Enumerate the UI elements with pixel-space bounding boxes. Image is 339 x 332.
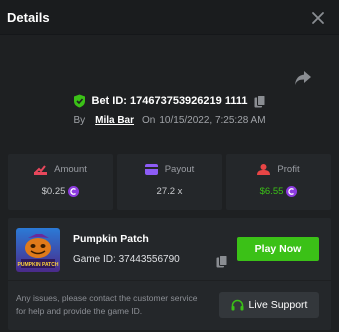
on-label: On xyxy=(142,114,156,126)
verified-shield-icon xyxy=(73,94,85,108)
stat-label: Amount xyxy=(54,164,87,175)
share-icon[interactable] xyxy=(294,70,312,86)
bet-meta-row: By Mila Bar On 10/15/2022, 7:25:28 AM xyxy=(0,112,339,128)
payout-icon xyxy=(144,164,158,175)
bet-id-text: Bet ID: 174673753926219 1111 xyxy=(91,95,248,107)
game-id: Game ID: 37443556790 xyxy=(73,254,180,265)
stat-label: Profit xyxy=(277,164,300,175)
stat-label: Payout xyxy=(164,164,195,175)
support-text: Any issues, please contact the customer … xyxy=(16,293,198,316)
copy-icon[interactable] xyxy=(254,94,266,108)
stat-amount: Amount $0.25 xyxy=(8,154,113,210)
stat-value: $6.55 xyxy=(259,186,284,197)
by-label: By xyxy=(73,114,86,126)
copy-icon[interactable] xyxy=(216,255,228,268)
bet-id-row: Bet ID: 174673753926219 1111 xyxy=(0,92,339,110)
stat-profit: Profit $6.55 xyxy=(226,154,331,210)
username-link[interactable]: Mila Bar xyxy=(95,115,134,126)
thumbnail-text: PUMPKIN PATCH xyxy=(18,262,59,268)
dialog-title: Details xyxy=(7,10,50,25)
divider xyxy=(8,280,331,281)
stat-value: 27.2 x xyxy=(156,186,183,197)
bet-date: 10/15/2022, 7:25:28 AM xyxy=(159,114,266,126)
coin-icon xyxy=(286,186,298,197)
profit-icon xyxy=(257,164,271,175)
stat-payout: Payout 27.2 x xyxy=(117,154,222,210)
game-name: Pumpkin Patch xyxy=(73,233,149,245)
coin-icon xyxy=(68,186,80,197)
game-card: PUMPKIN PATCH Pumpkin Patch Game ID: 374… xyxy=(8,218,331,330)
bet-stats: Amount $0.25 Payout 27.2 x Profit $6.55 xyxy=(8,154,331,210)
close-icon[interactable] xyxy=(309,9,327,27)
game-thumbnail[interactable]: PUMPKIN PATCH xyxy=(16,228,60,272)
amount-icon xyxy=(34,165,48,175)
headset-icon xyxy=(231,299,244,310)
live-support-label: Live Support xyxy=(248,299,308,311)
dialog-header: Details xyxy=(0,0,339,35)
live-support-button[interactable]: Live Support xyxy=(219,292,319,318)
play-now-button[interactable]: Play Now xyxy=(237,237,319,261)
stat-value: $0.25 xyxy=(41,186,66,197)
